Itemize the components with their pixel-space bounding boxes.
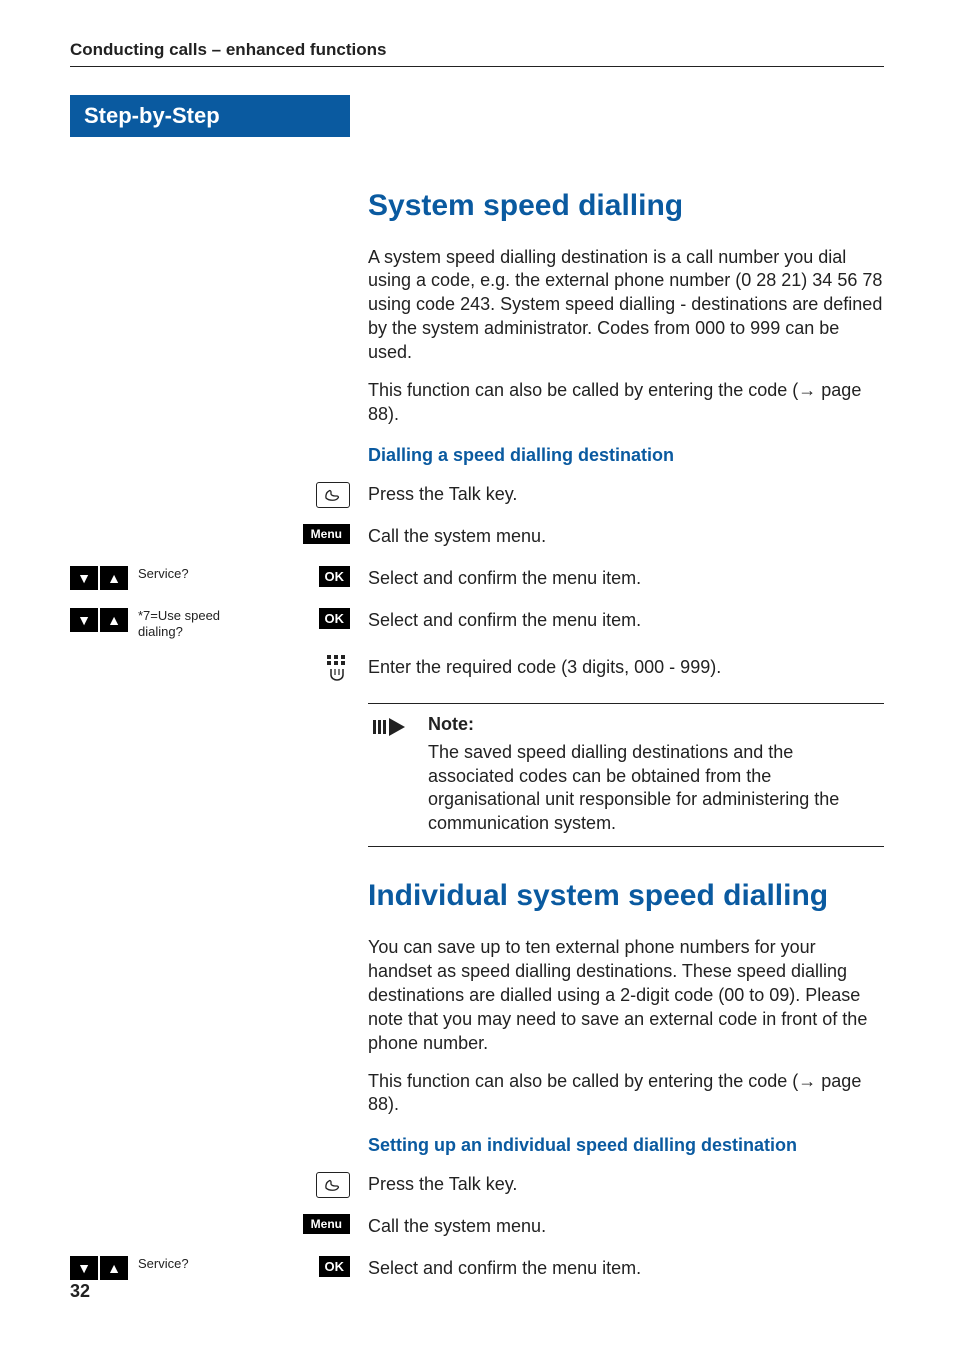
step-row: Menu Call the system menu. (70, 524, 884, 552)
text-fragment: ). (388, 404, 399, 424)
text-fragment: This function can also be called by ente… (368, 1071, 798, 1091)
heading-system-speed-dialling: System speed dialling (368, 189, 884, 224)
up-arrow-key[interactable]: ▲ (100, 1256, 128, 1280)
divider (368, 846, 884, 847)
down-arrow-key[interactable]: ▼ (70, 566, 98, 590)
note-body: The saved speed dialling destinations an… (428, 741, 882, 837)
step-text: Press the Talk key. (350, 1172, 884, 1197)
step-by-step-banner: Step-by-Step (70, 95, 350, 137)
step-row: Menu Call the system menu. (70, 1214, 884, 1242)
text-fragment: This function can also be called by ente… (368, 380, 798, 400)
step-row: ▼ ▲ *7=Use speed dialing? OK Select and … (70, 608, 884, 641)
step-text: Press the Talk key. (350, 482, 884, 507)
heading-individual-speed-dialling: Individual system speed dialling (368, 879, 884, 914)
running-head: Conducting calls – enhanced functions (70, 40, 884, 67)
down-arrow-key[interactable]: ▼ (70, 608, 98, 632)
subheading-setting-up-destination: Setting up an individual speed dialling … (368, 1135, 884, 1156)
paragraph: You can save up to ten external phone nu… (368, 936, 884, 1056)
menu-softkey[interactable]: Menu (303, 1214, 350, 1234)
display-text: *7=Use speed dialing? (134, 608, 264, 641)
paragraph: This function can also be called by ente… (368, 1070, 884, 1118)
ok-softkey[interactable]: OK (319, 608, 351, 629)
step-row: Press the Talk key. (70, 1172, 884, 1200)
paragraph: This function can also be called by ente… (368, 379, 884, 427)
talk-key-icon (316, 1172, 350, 1198)
down-arrow-key[interactable]: ▼ (70, 1256, 98, 1280)
note-icon (370, 714, 410, 837)
up-arrow-key[interactable]: ▲ (100, 566, 128, 590)
text-fragment: ). (388, 1094, 399, 1114)
up-arrow-key[interactable]: ▲ (100, 608, 128, 632)
step-text: Enter the required code (3 digits, 000 -… (350, 655, 884, 680)
ok-softkey[interactable]: OK (319, 566, 351, 587)
step-text: Call the system menu. (350, 524, 884, 549)
paragraph: A system speed dialling destination is a… (368, 246, 884, 366)
note-title: Note: (428, 714, 882, 735)
step-row: ▼ ▲ Service? OK Select and confirm the m… (70, 1256, 884, 1284)
note-box: Note: The saved speed dialling destinati… (368, 703, 884, 848)
step-text: Select and confirm the menu item. (350, 1256, 884, 1281)
step-row: Press the Talk key. (70, 482, 884, 510)
display-text: Service? (134, 1256, 264, 1272)
arrow-icon: → (798, 380, 821, 400)
page-number: 32 (70, 1281, 90, 1302)
display-text: Service? (134, 566, 264, 582)
step-text: Call the system menu. (350, 1214, 884, 1239)
keypad-icon (324, 655, 350, 681)
arrow-icon: → (798, 1071, 821, 1091)
talk-key-icon (316, 482, 350, 508)
subheading-dialling-destination: Dialling a speed dialling destination (368, 445, 884, 466)
step-row: ▼ ▲ Service? OK Select and confirm the m… (70, 566, 884, 594)
ok-softkey[interactable]: OK (319, 1256, 351, 1277)
step-text: Select and confirm the menu item. (350, 566, 884, 591)
step-text: Select and confirm the menu item. (350, 608, 884, 633)
step-row: Enter the required code (3 digits, 000 -… (70, 655, 884, 683)
menu-softkey[interactable]: Menu (303, 524, 350, 544)
